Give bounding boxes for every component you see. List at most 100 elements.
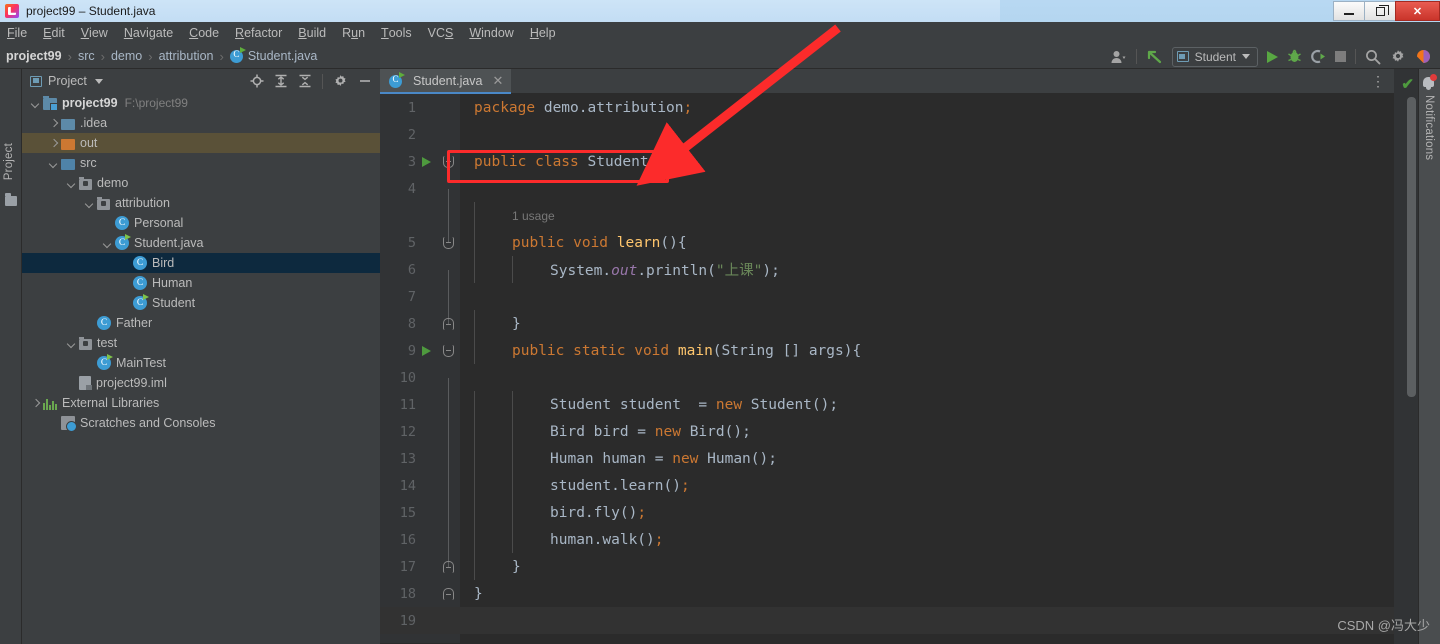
code-line[interactable]: 5 public void learn(){: [380, 229, 1394, 256]
menu-item-refactor[interactable]: Refactor: [227, 22, 290, 44]
tree-item-scratches-and-consoles[interactable]: Scratches and Consoles: [22, 413, 380, 433]
menu-item-file[interactable]: File: [0, 22, 35, 44]
code-editor[interactable]: 1 package demo.attribution; 2 3 public class…: [380, 94, 1394, 644]
code-line[interactable]: 2: [380, 121, 1394, 148]
chevron-down-icon[interactable]: [66, 178, 77, 189]
tree-item-test[interactable]: test: [22, 333, 380, 353]
menu-item-window[interactable]: Window: [461, 22, 521, 44]
collapse-all-icon[interactable]: [298, 74, 312, 88]
code-line[interactable]: 15 bird.fly();: [380, 499, 1394, 540]
chevron-down-icon[interactable]: [48, 158, 59, 169]
notifications-label[interactable]: Notifications: [1423, 95, 1435, 160]
gutter-fold-icon[interactable]: [436, 236, 460, 249]
code-inlay-hint-row[interactable]: 1 usage: [380, 202, 1394, 243]
gutter-run-icon[interactable]: [416, 156, 436, 167]
chevron-down-icon[interactable]: [66, 338, 77, 349]
settings-gear-icon[interactable]: [1390, 49, 1406, 65]
code-line[interactable]: 6 System.out.println("上课");: [380, 256, 1394, 297]
code-line[interactable]: 17}: [380, 553, 1394, 580]
tree-item-student[interactable]: Student: [22, 293, 380, 313]
code-line[interactable]: 11 Student student = new Student();: [380, 391, 1394, 432]
maximize-button[interactable]: [1364, 1, 1395, 21]
chevron-down-icon[interactable]: [84, 198, 95, 209]
menu-item-tools[interactable]: Tools: [373, 22, 420, 44]
breadcrumb[interactable]: project99 › src › demo › attribution › Student.j…: [6, 46, 317, 64]
minimize-button[interactable]: [1333, 1, 1364, 21]
expand-all-icon[interactable]: [274, 74, 288, 88]
code-line[interactable]: 16 human.walk();: [380, 526, 1394, 567]
chevron-right-icon[interactable]: [30, 398, 41, 409]
code-line[interactable]: 9 public static void main(String [] args)…: [380, 337, 1394, 364]
gutter-fold-icon[interactable]: [436, 587, 460, 600]
gutter-run-icon[interactable]: [416, 345, 436, 356]
tree-item-human[interactable]: Human: [22, 273, 380, 293]
tree-item-external-libraries[interactable]: External Libraries: [22, 393, 380, 413]
chevron-down-icon[interactable]: [94, 78, 103, 84]
left-strip-project-label[interactable]: Project: [3, 143, 15, 180]
editor-options-icon[interactable]: ⋮: [1371, 73, 1394, 90]
breadcrumb-item-student-java[interactable]: Student.java: [229, 46, 317, 63]
intellij-logo-icon[interactable]: [1415, 48, 1432, 65]
project-tree[interactable]: project99 F:\project99 .idea out src demo attr…: [22, 93, 380, 644]
code-line[interactable]: 12 Bird bird = new Bird();: [380, 418, 1394, 459]
update-arrow-icon[interactable]: [1146, 48, 1163, 65]
code-line[interactable]: 8}: [380, 310, 1394, 337]
menu-item-vcs[interactable]: VC S: [420, 22, 462, 44]
code-line[interactable]: 10: [380, 364, 1394, 405]
tree-item-project99-iml[interactable]: project99.iml: [22, 373, 380, 393]
code-line[interactable]: 14 student.learn();: [380, 472, 1394, 513]
tree-item-out[interactable]: out: [22, 133, 380, 153]
code-line[interactable]: 19: [380, 607, 1394, 634]
settings-gear-icon[interactable]: [333, 74, 348, 89]
tree-item-project99[interactable]: project99 F:\project99: [22, 93, 380, 113]
menu-item-run[interactable]: Run: [334, 22, 373, 44]
notifications-strip[interactable]: Notifications: [1418, 69, 1440, 644]
tree-item-personal[interactable]: Personal: [22, 213, 380, 233]
menu-item-help[interactable]: Help: [522, 22, 564, 44]
gutter-fold-icon[interactable]: [436, 560, 460, 573]
code-line[interactable]: 7: [380, 283, 1394, 324]
chevron-down-icon[interactable]: [102, 238, 113, 249]
close-icon[interactable]: ✕: [493, 73, 504, 89]
tree-item-demo[interactable]: demo: [22, 173, 380, 193]
debug-button[interactable]: [1287, 49, 1302, 64]
stop-button[interactable]: [1335, 51, 1346, 62]
tree-item-father[interactable]: Father: [22, 313, 380, 333]
menu-item-edit[interactable]: Edit: [35, 22, 73, 44]
menu-item-navigate[interactable]: Navigate: [116, 22, 181, 44]
tree-item--idea[interactable]: .idea: [22, 113, 380, 133]
code-line[interactable]: 13 Human human = new Human();: [380, 445, 1394, 486]
window-controls[interactable]: ✕: [1333, 0, 1440, 22]
menu-item-view[interactable]: View: [73, 22, 116, 44]
code-line[interactable]: 3 public class Student {: [380, 148, 1394, 175]
breadcrumb-item-src[interactable]: src: [78, 49, 95, 63]
code-line[interactable]: 1 package demo.attribution;: [380, 94, 1394, 121]
gutter-fold-icon[interactable]: [436, 317, 460, 330]
tree-item-src[interactable]: src: [22, 153, 380, 173]
user-avatar-icon[interactable]: [1111, 50, 1127, 64]
code-line[interactable]: 18}: [380, 580, 1394, 607]
run-with-coverage-button[interactable]: [1311, 49, 1326, 64]
gutter-fold-icon[interactable]: [436, 344, 460, 357]
gutter-fold-icon[interactable]: [436, 155, 460, 168]
tree-item-student-java[interactable]: Student.java: [22, 233, 380, 253]
code-line[interactable]: 4: [380, 175, 1394, 216]
locate-icon[interactable]: [250, 74, 264, 88]
search-icon[interactable]: [1365, 49, 1381, 65]
tree-item-bird[interactable]: Bird: [22, 253, 380, 273]
editor-scrollbar-thumb[interactable]: [1407, 97, 1416, 397]
breadcrumb-item-project99[interactable]: project99: [6, 49, 62, 63]
hide-panel-icon[interactable]: [358, 74, 372, 88]
breadcrumb-item-attribution[interactable]: attribution: [159, 49, 214, 63]
tree-item-attribution[interactable]: attribution: [22, 193, 380, 213]
close-button[interactable]: ✕: [1395, 1, 1440, 21]
tree-item-maintest[interactable]: MainTest: [22, 353, 380, 373]
inspection-status-icon[interactable]: ✔: [1401, 75, 1414, 93]
chevron-right-icon[interactable]: [48, 118, 59, 129]
breadcrumb-item-demo[interactable]: demo: [111, 49, 142, 63]
chevron-right-icon[interactable]: [48, 138, 59, 149]
editor-tab-student-java[interactable]: Student.java ✕: [380, 68, 512, 94]
run-configuration-selector[interactable]: Student: [1171, 46, 1258, 67]
chevron-down-icon[interactable]: [30, 98, 41, 109]
menu-item-code[interactable]: Code: [181, 22, 227, 44]
